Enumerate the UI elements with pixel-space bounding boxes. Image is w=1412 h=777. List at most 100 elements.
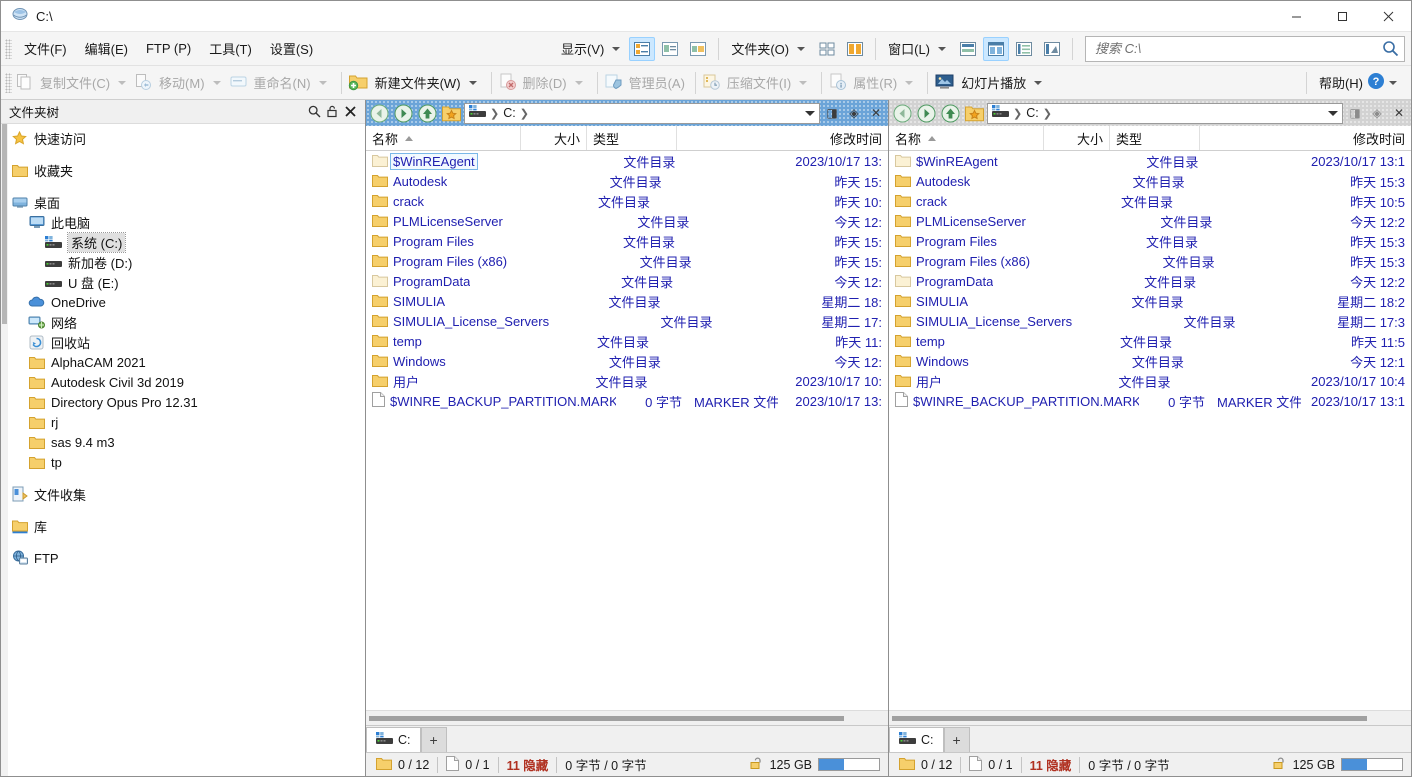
file-row[interactable]: Program Files (x86)文件目录昨天 15: [366, 251, 888, 271]
layout-tree-button[interactable] [1011, 37, 1037, 61]
breadcrumb-segment[interactable]: C: [1026, 106, 1039, 120]
tree-item[interactable]: 系统 (C:) [1, 232, 365, 252]
layout-horizontal-button[interactable] [955, 37, 981, 61]
folder-split-button[interactable] [842, 37, 868, 61]
tree-item[interactable]: 回收站 [1, 332, 365, 352]
menu-ftp[interactable]: FTP (P) [137, 37, 200, 60]
folder-menu-label[interactable]: 文件夹(O) [725, 36, 793, 61]
file-row[interactable]: Windows文件目录今天 12: [366, 351, 888, 371]
chevron-down-icon-newfolder[interactable] [469, 81, 477, 85]
tree-item[interactable]: rj [1, 412, 365, 432]
file-row[interactable]: SIMULIA文件目录星期二 18: [366, 291, 888, 311]
zip-button[interactable]: 压缩文件(I) [702, 70, 795, 95]
pane-close-button[interactable]: ✕ [866, 102, 886, 124]
pane-next-button[interactable]: ◨ [1345, 102, 1365, 124]
close-button[interactable] [1365, 1, 1411, 32]
tree-item[interactable]: 新加卷 (D:) [1, 252, 365, 272]
chevron-down-icon-delete[interactable] [575, 81, 583, 85]
tree-item[interactable]: 桌面 [1, 192, 365, 212]
view-tiles-button[interactable] [685, 37, 711, 61]
view-menu-label[interactable]: 显示(V) [555, 36, 608, 61]
path-breadcrumb-box[interactable]: ❯C:❯ [987, 103, 1343, 124]
back-button[interactable] [891, 102, 913, 124]
tree-item[interactable]: Autodesk Civil 3d 2019 [1, 372, 365, 392]
folder-tree[interactable]: 快速访问收藏夹桌面此电脑系统 (C:)新加卷 (D:)U 盘 (E:)OneDr… [1, 124, 365, 776]
column-header-size[interactable]: 大小 [1044, 126, 1110, 150]
horizontal-scrollbar[interactable] [889, 710, 1411, 725]
tree-item[interactable]: sas 9.4 m3 [1, 432, 365, 452]
search-icon[interactable] [305, 103, 323, 121]
help-icon[interactable]: ? [1367, 72, 1385, 93]
forward-button[interactable] [915, 102, 937, 124]
new-folder-button[interactable]: 新建文件夹(W) [348, 70, 465, 95]
tree-item[interactable]: 网络 [1, 312, 365, 332]
tree-item[interactable]: FTP [1, 548, 365, 568]
rename-button[interactable]: 重命名(N) [229, 70, 315, 95]
pane-swap-button[interactable]: ◈ [844, 102, 864, 124]
layout-preview-button[interactable] [1039, 37, 1065, 61]
view-list-button[interactable] [657, 37, 683, 61]
tree-item[interactable]: AlphaCAM 2021 [1, 352, 365, 372]
pane-next-button[interactable]: ◨ [822, 102, 842, 124]
tree-item[interactable]: Directory Opus Pro 12.31 [1, 392, 365, 412]
column-header-name[interactable]: 名称 [889, 126, 1044, 150]
file-row[interactable]: $WINRE_BACKUP_PARTITION.MARKER0 字节MARKER… [366, 391, 888, 411]
chevron-down-icon-folder[interactable] [797, 47, 805, 51]
horizontal-scrollbar[interactable] [366, 710, 888, 725]
back-button[interactable] [368, 102, 390, 124]
chevron-down-icon-view[interactable] [612, 47, 620, 51]
file-list[interactable]: $WinREAgent文件目录2023/10/17 13:1Autodesk文件… [889, 151, 1411, 710]
admin-button[interactable]: 管理员(A) [604, 70, 689, 95]
maximize-button[interactable] [1319, 1, 1365, 32]
chevron-down-icon-help[interactable] [1389, 81, 1397, 85]
column-header-size[interactable]: 大小 [521, 126, 587, 150]
pane-close-button[interactable]: ✕ [1389, 102, 1409, 124]
folder-thumbnails-button[interactable] [814, 37, 840, 61]
column-header-type[interactable]: 类型 [587, 126, 677, 150]
column-header-date[interactable]: 修改时间 [677, 126, 888, 150]
tree-item[interactable]: 此电脑 [1, 212, 365, 232]
menu-settings[interactable]: 设置(S) [261, 35, 322, 62]
chevron-down-icon-window[interactable] [938, 47, 946, 51]
up-button[interactable] [939, 102, 961, 124]
column-header-name[interactable]: 名称 [366, 126, 521, 150]
file-row[interactable]: Autodesk文件目录昨天 15: [366, 171, 888, 191]
tree-item[interactable]: 库 [1, 516, 365, 536]
menu-edit[interactable]: 编辑(E) [76, 35, 137, 62]
file-row[interactable]: 用户文件目录2023/10/17 10:4 [889, 371, 1411, 391]
chevron-down-icon-zip[interactable] [799, 81, 807, 85]
window-menu-label[interactable]: 窗口(L) [882, 36, 934, 61]
forward-button[interactable] [392, 102, 414, 124]
menu-grip[interactable] [5, 39, 12, 59]
column-header-date[interactable]: 修改时间 [1200, 126, 1411, 150]
file-row[interactable]: Windows文件目录今天 12:1 [889, 351, 1411, 371]
chevron-down-icon-slideshow[interactable] [1034, 81, 1042, 85]
path-breadcrumb-box[interactable]: ❯C:❯ [464, 103, 820, 124]
new-tab-button[interactable]: + [944, 727, 970, 752]
file-row[interactable]: PLMLicenseServer文件目录今天 12: [366, 211, 888, 231]
properties-button[interactable]: 属性(R) [828, 70, 901, 95]
minimize-button[interactable] [1273, 1, 1319, 32]
chevron-down-icon-copy[interactable] [118, 81, 126, 85]
favorites-button[interactable] [440, 102, 462, 124]
file-row[interactable]: $WinREAgent文件目录2023/10/17 13:1 [889, 151, 1411, 171]
file-row[interactable]: PLMLicenseServer文件目录今天 12:2 [889, 211, 1411, 231]
file-row[interactable]: Program Files文件目录昨天 15: [366, 231, 888, 251]
menu-tools[interactable]: 工具(T) [200, 35, 261, 62]
chevron-down-icon-path[interactable] [805, 111, 815, 116]
file-row[interactable]: temp文件目录昨天 11:5 [889, 331, 1411, 351]
unlock-icon[interactable] [323, 103, 341, 121]
folder-tab[interactable]: C: [366, 727, 421, 752]
tree-item[interactable]: tp [1, 452, 365, 472]
favorites-button[interactable] [963, 102, 985, 124]
file-row[interactable]: SIMULIA_License_Servers文件目录星期二 17: [366, 311, 888, 331]
search-icon[interactable] [1382, 40, 1399, 60]
file-row[interactable]: crack文件目录昨天 10: [366, 191, 888, 211]
file-row[interactable]: crack文件目录昨天 10:5 [889, 191, 1411, 211]
file-row[interactable]: ProgramData文件目录今天 12: [366, 271, 888, 291]
tree-item[interactable]: 收藏夹 [1, 160, 365, 180]
file-row[interactable]: Autodesk文件目录昨天 15:3 [889, 171, 1411, 191]
file-list[interactable]: $WinREAgent文件目录2023/10/17 13:Autodesk文件目… [366, 151, 888, 710]
chevron-down-icon-properties[interactable] [905, 81, 913, 85]
up-button[interactable] [416, 102, 438, 124]
